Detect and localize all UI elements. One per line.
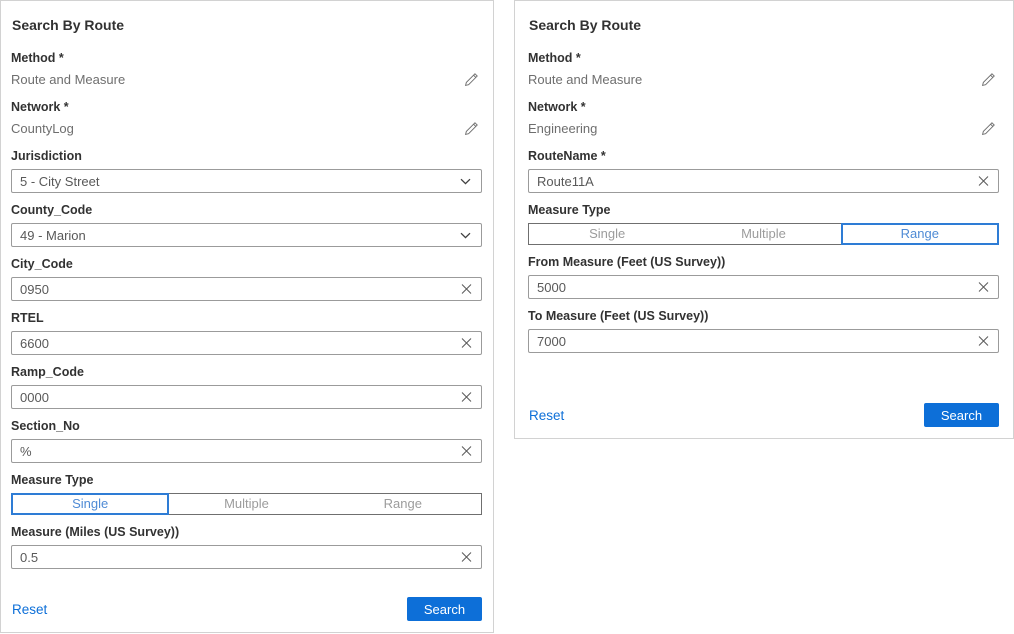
measure-type-segmented: Single Multiple Range bbox=[11, 493, 482, 515]
county-code-field: County_Code 49 - Marion bbox=[11, 203, 482, 247]
panel-title: Search By Route bbox=[529, 15, 999, 35]
jurisdiction-select[interactable]: 5 - City Street bbox=[11, 169, 482, 193]
method-field: Method * Route and Measure bbox=[528, 51, 999, 88]
network-label: Network * bbox=[528, 100, 999, 115]
jurisdiction-label: Jurisdiction bbox=[11, 149, 482, 164]
search-by-route-panel-left: Search By Route Method * Route and Measu… bbox=[0, 0, 494, 633]
measure-type-multiple-button[interactable]: Multiple bbox=[685, 224, 841, 244]
measure-type-range-button[interactable]: Range bbox=[842, 224, 998, 244]
x-icon bbox=[461, 284, 472, 295]
city-code-input[interactable] bbox=[11, 277, 482, 301]
edit-network-button[interactable] bbox=[979, 119, 997, 137]
x-icon bbox=[461, 552, 472, 563]
network-field: Network * Engineering bbox=[528, 100, 999, 137]
pencil-icon bbox=[464, 72, 479, 87]
to-measure-label: To Measure (Feet (US Survey)) bbox=[528, 309, 999, 324]
city-code-field: City_Code bbox=[11, 257, 482, 301]
x-icon bbox=[461, 446, 472, 457]
to-measure-input[interactable] bbox=[528, 329, 999, 353]
panel-actions: Reset Search bbox=[11, 597, 482, 621]
clear-measure-button[interactable] bbox=[460, 551, 473, 564]
x-icon bbox=[461, 392, 472, 403]
measure-type-field: Measure Type Single Multiple Range bbox=[11, 473, 482, 515]
section-no-input[interactable] bbox=[11, 439, 482, 463]
clear-section-no-button[interactable] bbox=[460, 445, 473, 458]
pencil-icon bbox=[981, 121, 996, 136]
method-value: Route and Measure bbox=[528, 72, 642, 87]
ramp-code-field: Ramp_Code bbox=[11, 365, 482, 409]
edit-network-button[interactable] bbox=[462, 119, 480, 137]
method-label: Method * bbox=[528, 51, 999, 66]
panel-actions: Reset Search bbox=[528, 403, 999, 427]
measure-type-multiple-button[interactable]: Multiple bbox=[168, 494, 324, 514]
network-field: Network * CountyLog bbox=[11, 100, 482, 137]
section-no-label: Section_No bbox=[11, 419, 482, 434]
method-field: Method * Route and Measure bbox=[11, 51, 482, 88]
county-code-select[interactable]: 49 - Marion bbox=[11, 223, 482, 247]
x-icon bbox=[978, 282, 989, 293]
pencil-icon bbox=[464, 121, 479, 136]
x-icon bbox=[978, 176, 989, 187]
from-measure-label: From Measure (Feet (US Survey)) bbox=[528, 255, 999, 270]
method-value: Route and Measure bbox=[11, 72, 125, 87]
clear-to-measure-button[interactable] bbox=[977, 335, 990, 348]
network-value: CountyLog bbox=[11, 121, 74, 136]
city-code-label: City_Code bbox=[11, 257, 482, 272]
rtel-label: RTEL bbox=[11, 311, 482, 326]
page-layout: Search By Route Method * Route and Measu… bbox=[0, 0, 1014, 633]
reset-link[interactable]: Reset bbox=[12, 602, 47, 617]
rtel-field: RTEL bbox=[11, 311, 482, 355]
search-button[interactable]: Search bbox=[924, 403, 999, 427]
clear-city-code-button[interactable] bbox=[460, 283, 473, 296]
x-icon bbox=[978, 336, 989, 347]
search-by-route-panel-right: Search By Route Method * Route and Measu… bbox=[514, 0, 1014, 439]
rtel-input[interactable] bbox=[11, 331, 482, 355]
route-name-field: RouteName * bbox=[528, 149, 999, 193]
clear-route-name-button[interactable] bbox=[977, 175, 990, 188]
ramp-code-input[interactable] bbox=[11, 385, 482, 409]
edit-method-button[interactable] bbox=[462, 70, 480, 88]
network-label: Network * bbox=[11, 100, 482, 115]
route-name-input[interactable] bbox=[528, 169, 999, 193]
measure-label: Measure (Miles (US Survey)) bbox=[11, 525, 482, 540]
measure-type-label: Measure Type bbox=[11, 473, 482, 488]
clear-from-measure-button[interactable] bbox=[977, 281, 990, 294]
measure-type-label: Measure Type bbox=[528, 203, 999, 218]
route-name-label: RouteName * bbox=[528, 149, 999, 164]
measure-type-field: Measure Type Single Multiple Range bbox=[528, 203, 999, 245]
measure-input[interactable] bbox=[11, 545, 482, 569]
search-button[interactable]: Search bbox=[407, 597, 482, 621]
jurisdiction-field: Jurisdiction 5 - City Street bbox=[11, 149, 482, 193]
measure-type-single-button[interactable]: Single bbox=[529, 224, 685, 244]
from-measure-input[interactable] bbox=[528, 275, 999, 299]
from-measure-field: From Measure (Feet (US Survey)) bbox=[528, 255, 999, 299]
measure-type-segmented: Single Multiple Range bbox=[528, 223, 999, 245]
to-measure-field: To Measure (Feet (US Survey)) bbox=[528, 309, 999, 353]
x-icon bbox=[461, 338, 472, 349]
pencil-icon bbox=[981, 72, 996, 87]
method-label: Method * bbox=[11, 51, 482, 66]
section-no-field: Section_No bbox=[11, 419, 482, 463]
jurisdiction-selected-value: 5 - City Street bbox=[20, 174, 99, 189]
measure-type-single-button[interactable]: Single bbox=[12, 494, 168, 514]
clear-ramp-code-button[interactable] bbox=[460, 391, 473, 404]
county-code-selected-value: 49 - Marion bbox=[20, 228, 86, 243]
chevron-down-icon bbox=[460, 178, 471, 185]
chevron-down-icon bbox=[460, 232, 471, 239]
edit-method-button[interactable] bbox=[979, 70, 997, 88]
measure-field: Measure (Miles (US Survey)) bbox=[11, 525, 482, 569]
measure-type-range-button[interactable]: Range bbox=[325, 494, 481, 514]
reset-link[interactable]: Reset bbox=[529, 408, 564, 423]
clear-rtel-button[interactable] bbox=[460, 337, 473, 350]
panel-title: Search By Route bbox=[12, 15, 482, 35]
county-code-label: County_Code bbox=[11, 203, 482, 218]
ramp-code-label: Ramp_Code bbox=[11, 365, 482, 380]
network-value: Engineering bbox=[528, 121, 597, 136]
